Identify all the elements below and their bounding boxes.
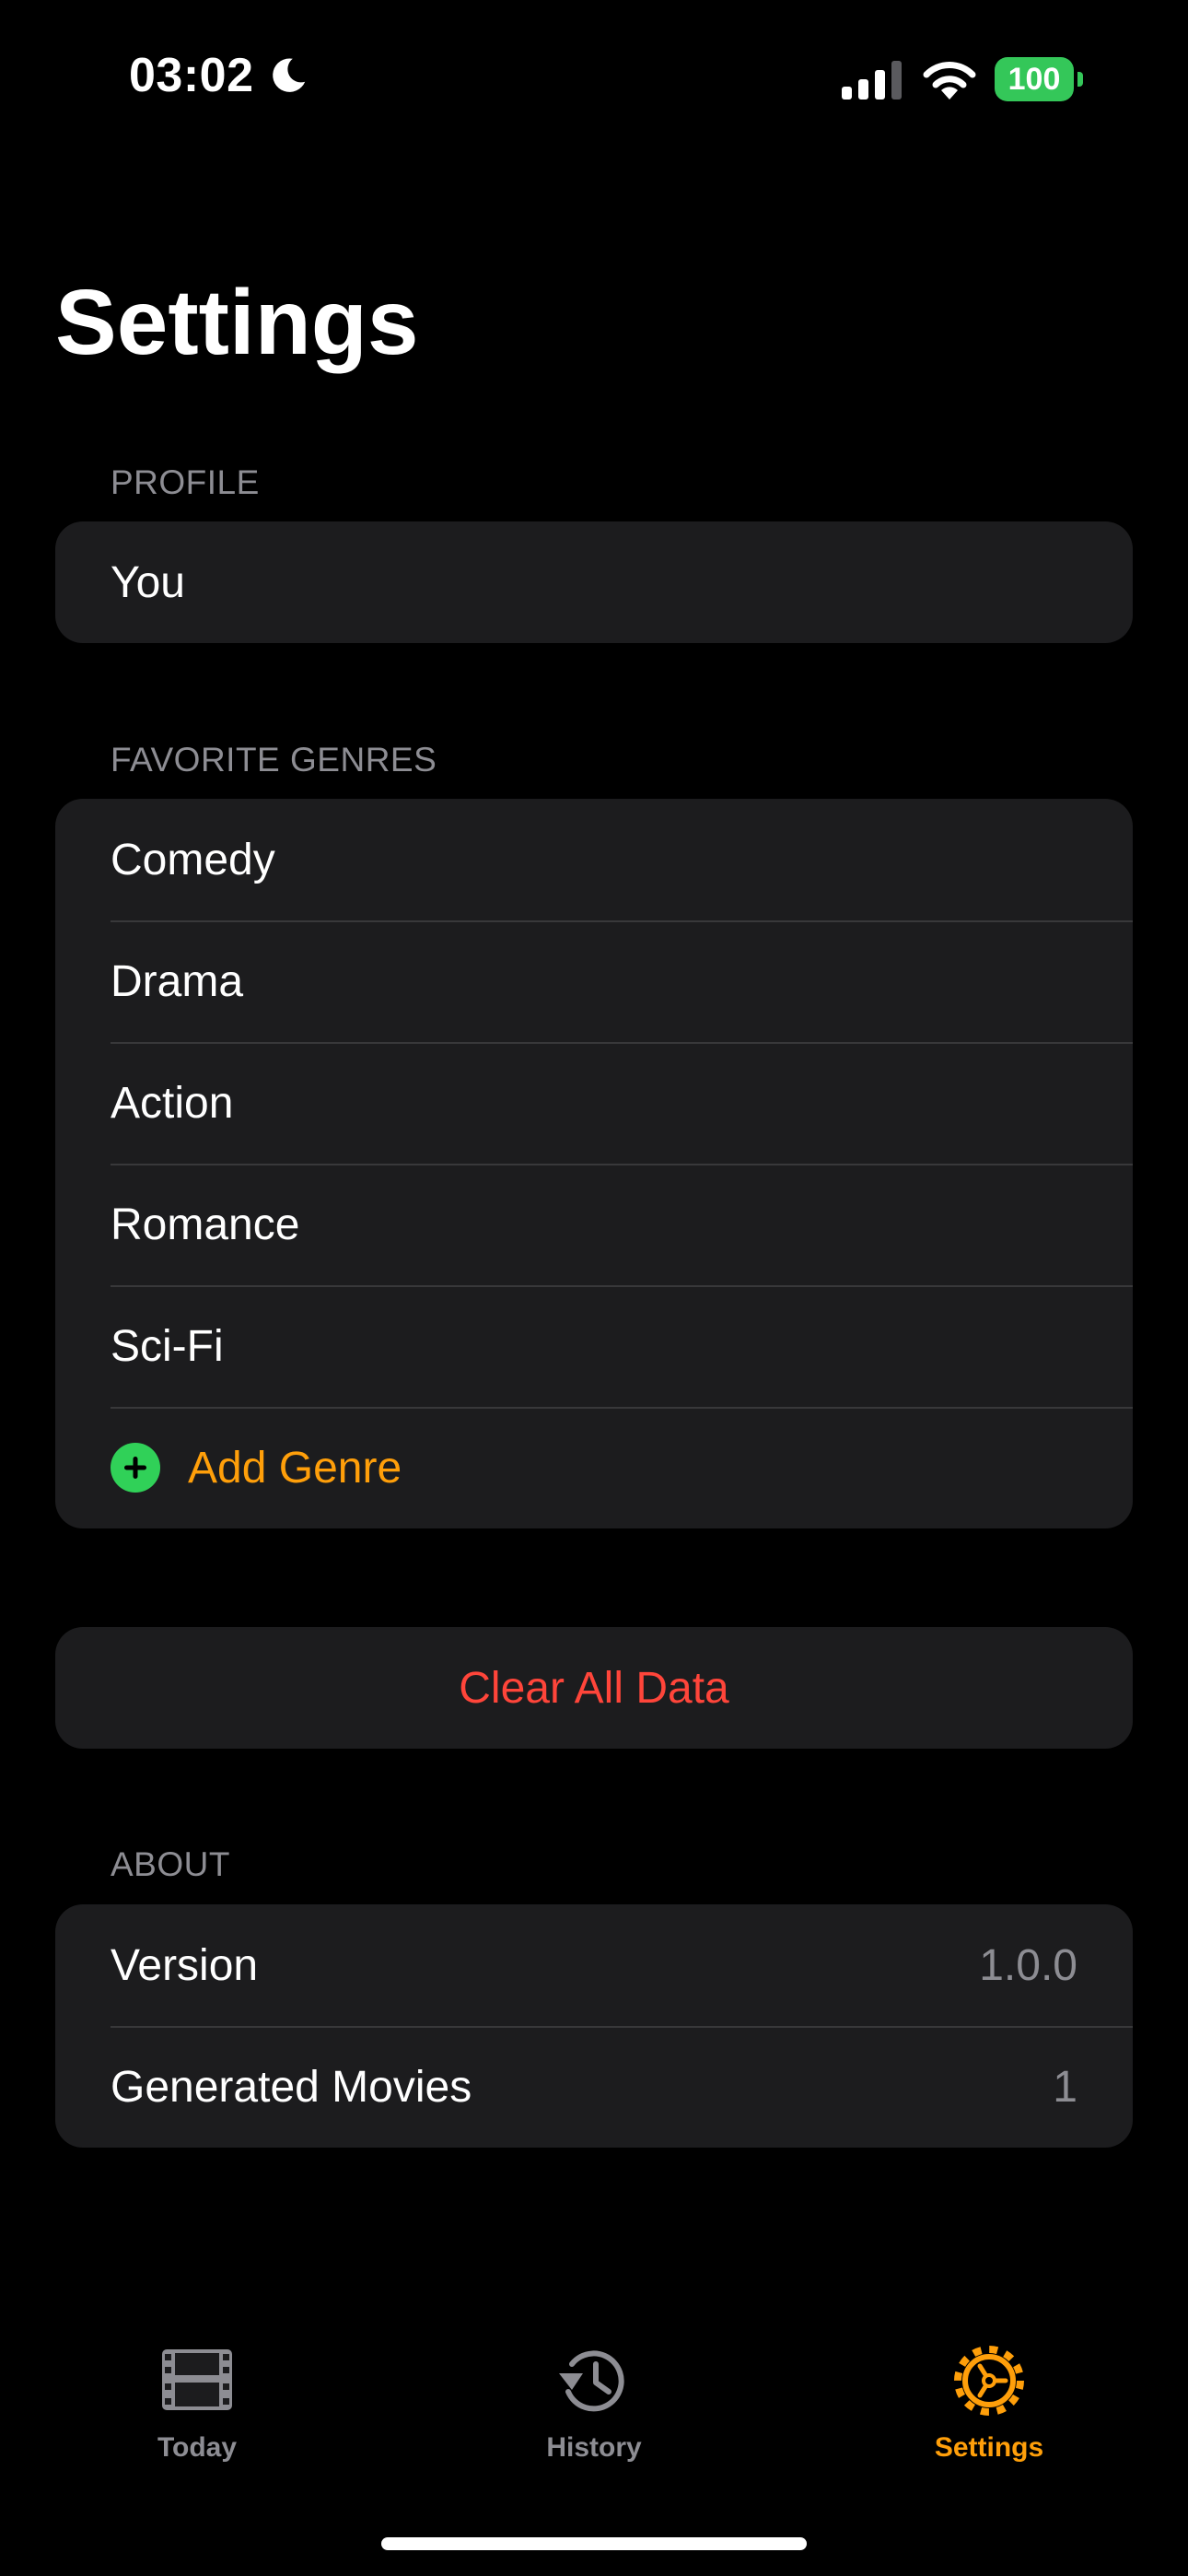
- genre-label: Romance: [111, 1200, 300, 1249]
- add-genre-label: Add Genre: [188, 1443, 402, 1493]
- tab-settings-label: Settings: [934, 2432, 1044, 2463]
- battery-cap: [1077, 72, 1083, 87]
- moon-icon: [272, 58, 305, 92]
- status-time: 03:02: [129, 48, 309, 103]
- genre-label: Comedy: [111, 835, 275, 884]
- tab-settings[interactable]: Settings: [851, 2340, 1127, 2488]
- tab-history[interactable]: History: [456, 2340, 732, 2488]
- genre-row-sci-fi[interactable]: Sci-Fi: [55, 1285, 1133, 1407]
- history-icon: [559, 2350, 624, 2412]
- tab-today[interactable]: Today: [59, 2340, 335, 2488]
- about-section-header: ABOUT: [111, 1845, 230, 1883]
- battery-level: 100: [995, 57, 1074, 101]
- version-value: 1.0.0: [979, 1940, 1077, 1990]
- add-genre-button[interactable]: Add Genre: [55, 1407, 1133, 1528]
- profile-name: You: [111, 557, 185, 607]
- genre-row-romance[interactable]: Romance: [55, 1164, 1133, 1285]
- genre-row-action[interactable]: Action: [55, 1042, 1133, 1164]
- genre-row-drama[interactable]: Drama: [55, 920, 1133, 1042]
- genre-label: Drama: [111, 956, 244, 1006]
- generated-movies-row: Generated Movies 1: [55, 2026, 1133, 2148]
- page-title: Settings: [55, 271, 419, 374]
- genre-label: Action: [111, 1078, 234, 1128]
- generated-movies-label: Generated Movies: [111, 2062, 472, 2112]
- tab-bar: Today History Settings: [0, 2340, 1188, 2506]
- profile-section-header: PROFILE: [111, 463, 260, 501]
- clear-all-data-button[interactable]: Clear All Data: [55, 1627, 1133, 1749]
- status-time-text: 03:02: [129, 49, 254, 102]
- cellular-signal-icon: [842, 61, 902, 100]
- status-bar: 03:02 100: [0, 0, 1188, 157]
- genre-row-comedy[interactable]: Comedy: [55, 799, 1133, 920]
- home-indicator: [381, 2537, 807, 2550]
- clear-all-data-label: Clear All Data: [459, 1663, 729, 1713]
- battery-icon: 100: [995, 57, 1083, 101]
- wifi-icon: [923, 62, 976, 100]
- profile-name-row[interactable]: You: [55, 521, 1133, 643]
- genres-section-header: FAVORITE GENRES: [111, 741, 437, 779]
- version-row: Version 1.0.0: [55, 1904, 1133, 2026]
- tab-history-label: History: [546, 2432, 642, 2463]
- genres-group: Comedy Drama Action Romance Sci-Fi Add G…: [55, 799, 1133, 1528]
- about-group: Version 1.0.0 Generated Movies 1: [55, 1904, 1133, 2148]
- generated-movies-value: 1: [1053, 2062, 1077, 2112]
- profile-group: You: [55, 521, 1133, 643]
- version-label: Version: [111, 1940, 259, 1990]
- plus-circle-icon: [111, 1443, 160, 1493]
- genre-label: Sci-Fi: [111, 1321, 224, 1371]
- clear-data-group: Clear All Data: [55, 1627, 1133, 1749]
- film-icon: [162, 2349, 232, 2410]
- gear-icon: [954, 2346, 1024, 2416]
- tab-today-label: Today: [157, 2432, 238, 2463]
